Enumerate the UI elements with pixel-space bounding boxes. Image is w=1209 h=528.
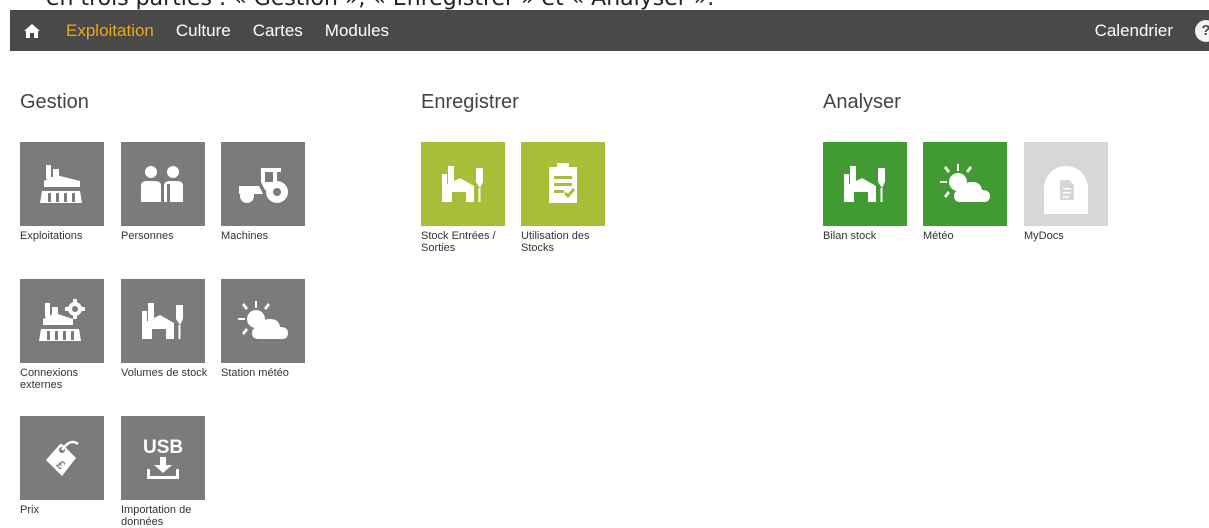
tile-label: Volumes de stock [121,367,208,379]
silo-icon [844,166,885,202]
section-title-enregistrer: Enregistrer [421,91,519,113]
help-button[interactable]: ? [1195,19,1209,42]
clipboard-check-icon [549,163,577,203]
silo-icon [142,303,183,339]
tile-label: MyDocs [1024,230,1064,242]
sun-cloud-icon [940,164,990,202]
tile-label: Utilisation des Stocks [521,230,590,254]
tile-label: Connexions externes [20,367,79,391]
section-title-gestion: Gestion [20,91,89,113]
tile-box [121,279,205,363]
tile-mydocs[interactable]: MyDocs [1024,142,1108,242]
tile-personnes[interactable]: Personnes [121,142,205,242]
tile-connexions-externes[interactable]: Connexions externes [20,279,104,391]
tile-label: Machines [221,230,269,242]
tile-box [221,142,305,226]
tile-box [221,279,305,363]
tile-station-meteo[interactable]: Station météo [221,279,305,379]
tile-machines[interactable]: Machines [221,142,305,242]
tile-box [823,142,907,226]
svg-text:USB: USB [143,437,183,458]
tile-prix[interactable]: £ Prix [20,416,104,516]
tile-box [121,142,205,226]
tile-box [20,279,104,363]
nav-calendrier[interactable]: Calendrier [1095,21,1173,41]
people-icon [141,166,183,202]
farm-buildings-icon [40,165,82,203]
price-tag-icon: £ [46,440,79,476]
tile-box [923,142,1007,226]
document-icon [1044,166,1088,214]
sun-cloud-icon [238,301,288,339]
tile-volumes-de-stock[interactable]: Volumes de stock [121,279,207,379]
tile-label: Personnes [121,230,174,242]
tile-box [421,142,505,226]
tile-label: Importation de données [121,504,192,528]
tile-box: USB [121,416,205,500]
tile-utilisation-des-stocks[interactable]: Utilisation des Stocks [521,142,605,254]
tile-box: £ [20,416,104,500]
home-icon [24,23,40,38]
nav-modules[interactable]: Modules [325,10,389,51]
tile-box [521,142,605,226]
home-button[interactable] [12,10,52,51]
tile-label: Bilan stock [823,230,877,242]
tile-label: Météo [923,230,954,242]
silo-in-out-icon [442,166,483,202]
tractor-icon [239,168,288,203]
tile-exploitations[interactable]: Exploitations [20,142,104,242]
nav-cartes[interactable]: Cartes [253,10,303,51]
tile-label: Station météo [221,367,289,379]
tile-meteo[interactable]: Météo [923,142,1007,242]
farm-gear-icon [39,299,85,341]
tile-label: Prix [20,504,39,516]
section-title-analyser: Analyser [823,91,901,113]
top-navigation-bar: Exploitation Culture Cartes Modules Cale… [10,10,1209,51]
tile-box [20,142,104,226]
tile-box [1024,142,1108,226]
tile-label: Stock Entrées / Sorties [421,230,496,254]
tile-stock-entrees-sorties[interactable]: Stock Entrées / Sorties [421,142,505,254]
tile-label: Exploitations [20,230,83,242]
usb-import-icon: USB [143,437,183,479]
tile-importation-de-donnees[interactable]: USB Importation de données [121,416,205,528]
nav-exploitation[interactable]: Exploitation [66,10,154,51]
nav-culture[interactable]: Culture [176,10,231,51]
tile-bilan-stock[interactable]: Bilan stock [823,142,907,242]
